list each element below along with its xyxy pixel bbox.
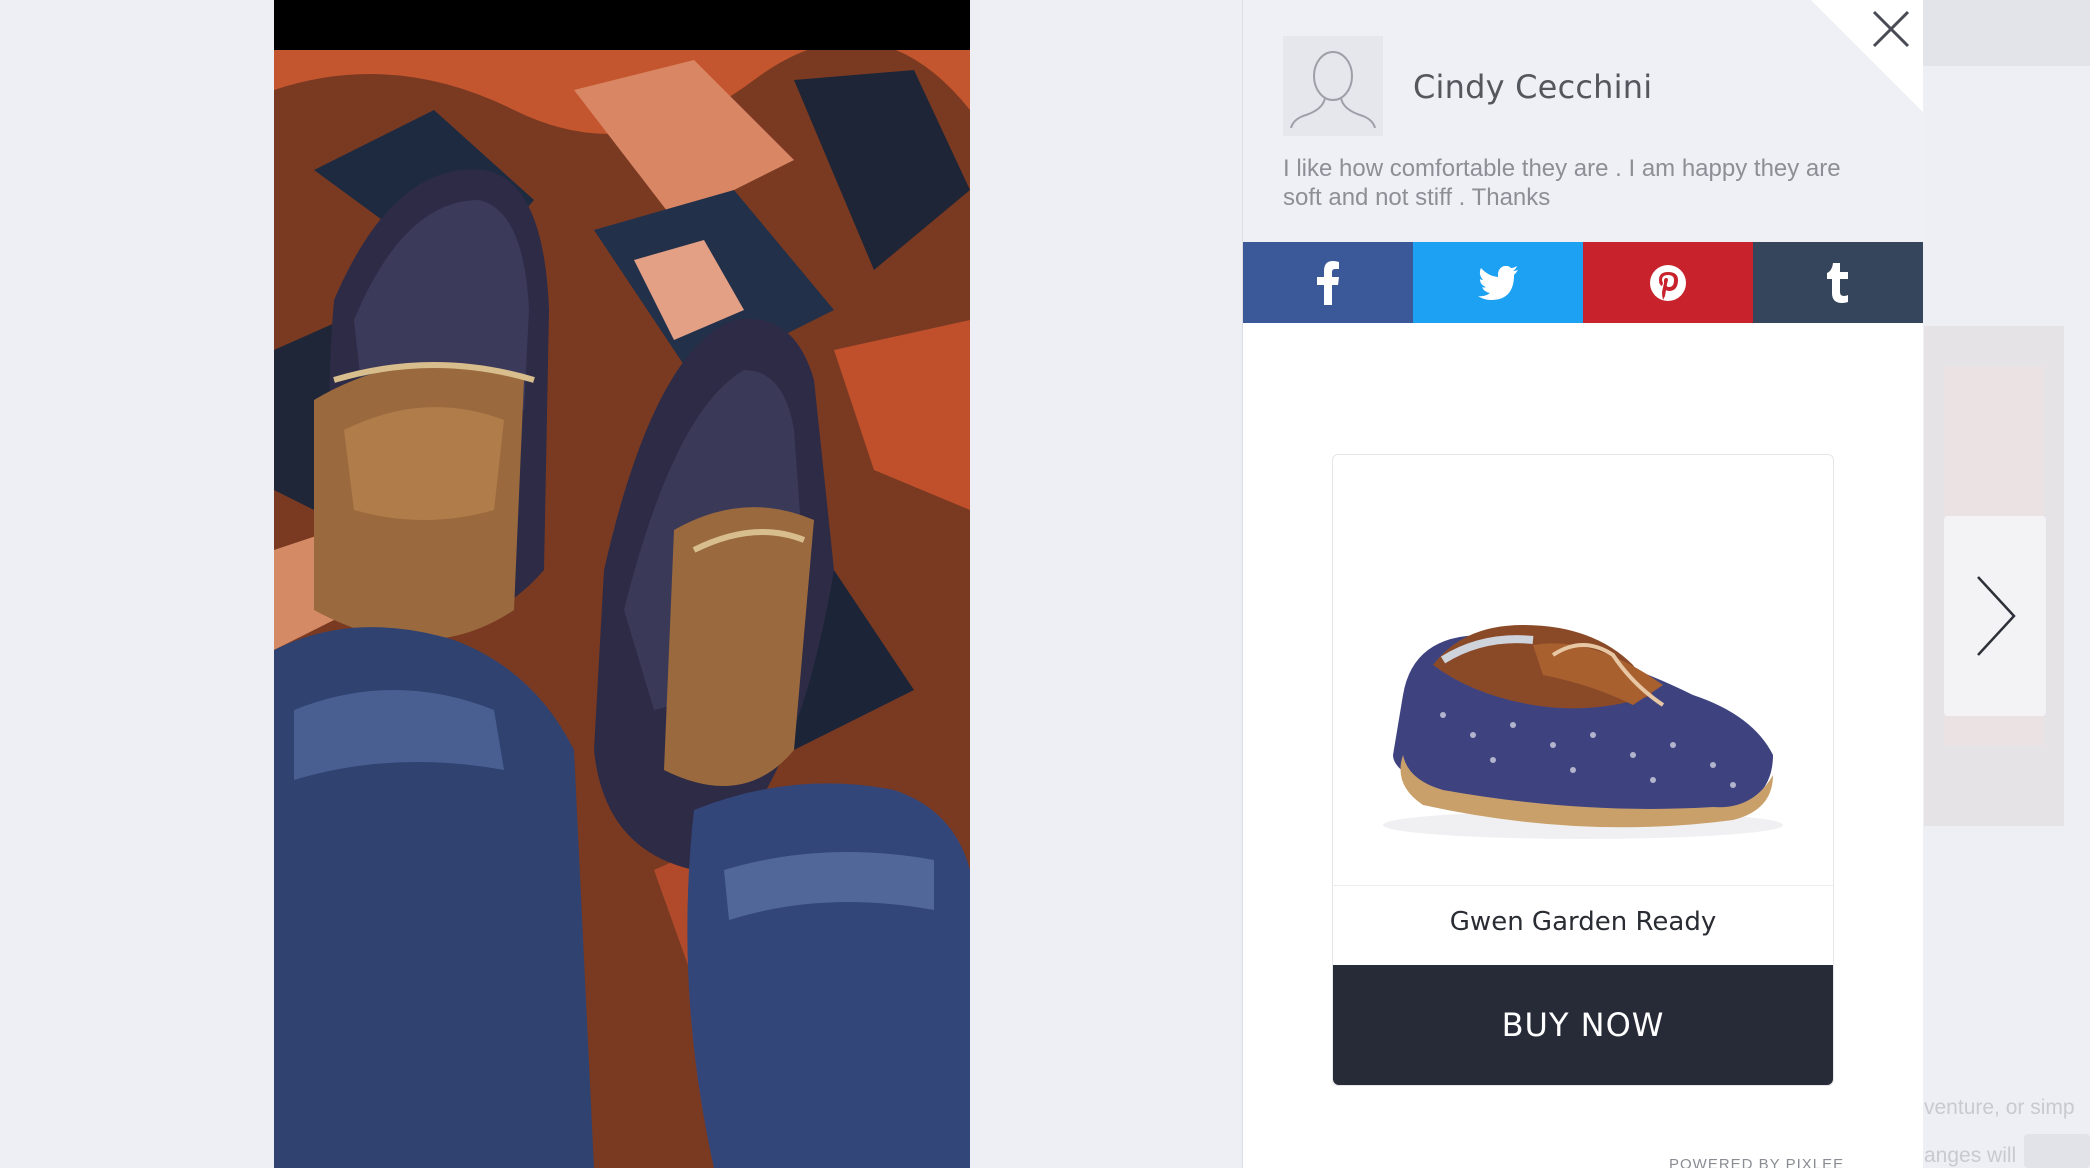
user-avatar-icon — [1283, 36, 1383, 136]
product-image[interactable] — [1333, 455, 1833, 886]
tumblr-icon — [1827, 262, 1848, 303]
photo-top-bar — [274, 0, 970, 50]
chevron-right-icon — [1977, 576, 2016, 656]
share-bar — [1243, 242, 1923, 323]
share-tumblr-button[interactable] — [1753, 242, 1923, 323]
facebook-icon — [1317, 260, 1339, 305]
background-text-1: venture, or simp — [1924, 1096, 2075, 1119]
product-name[interactable]: Gwen Garden Ready — [1333, 907, 1833, 937]
reviewer-name: Cindy Cecchini — [1413, 68, 1653, 106]
buy-now-button[interactable]: BUY NOW — [1333, 965, 1833, 1085]
background-header-band — [1922, 0, 2090, 66]
customer-photo-image — [274, 50, 970, 1168]
twitter-icon — [1478, 265, 1518, 300]
background-text-2: anges will — [1924, 1144, 2017, 1167]
review-panel: Cindy Cecchini I like how comfortable th… — [1242, 0, 1923, 1168]
pinterest-icon — [1650, 264, 1686, 301]
product-shoe-image — [1383, 625, 1783, 839]
review-text: I like how comfortable they are . I am h… — [1283, 155, 1841, 211]
next-button[interactable] — [1944, 516, 2046, 716]
share-facebook-button[interactable] — [1243, 242, 1413, 323]
share-pinterest-button[interactable] — [1583, 242, 1753, 323]
powered-by-text[interactable]: POWERED BY PIXLEE — [1669, 1156, 1844, 1168]
background-button — [2024, 1134, 2090, 1168]
share-twitter-button[interactable] — [1413, 242, 1583, 323]
customer-photo — [274, 0, 970, 1168]
product-card: Gwen Garden Ready BUY NOW — [1332, 454, 1834, 1086]
close-icon[interactable] — [1868, 6, 1914, 52]
